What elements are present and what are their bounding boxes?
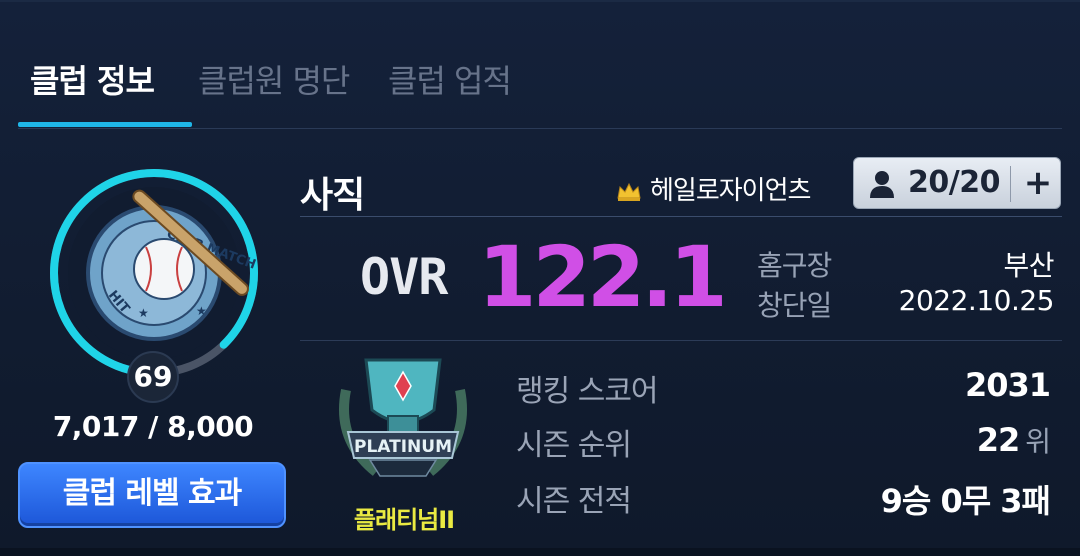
club-owner: 헤일로자이언츠 [616, 170, 811, 207]
crown-icon [617, 182, 641, 201]
bottom-bar [0, 548, 1080, 556]
club-level-effect-button[interactable]: 클럽 레벨 효과 [18, 462, 286, 528]
rank-unit: 위 [1025, 425, 1051, 458]
member-separator [1010, 166, 1011, 202]
tab-club-achievements[interactable]: 클럽 업적 [388, 56, 512, 102]
owner-name: 헤일로자이언츠 [650, 176, 811, 206]
divider [300, 216, 1062, 217]
founded-label: 창단일 [757, 289, 832, 322]
tab-divider [18, 128, 1062, 129]
svg-text:★: ★ [138, 306, 149, 320]
club-name: 사직 [300, 175, 365, 216]
tier-emblem: PLATINUM [336, 350, 470, 490]
ranking-score-value: 2031 [964, 366, 1051, 404]
season-rank-value: 22 위 [976, 421, 1051, 459]
ranking-score-label: 랭킹 스코어 [516, 374, 659, 409]
season-record-value: 9승 0무 3패 [880, 482, 1051, 520]
club-level-badge: 69 [127, 351, 179, 403]
divider [300, 340, 1062, 341]
svg-text:★: ★ [196, 304, 207, 318]
home-stadium-label: 홈구장 [757, 249, 832, 282]
ovr-value: 122.1 [478, 228, 728, 326]
add-member-button[interactable]: + [1014, 158, 1062, 210]
club-exp: 7,017 / 8,000 [52, 410, 254, 443]
founded-value: 2022.10.25 [898, 284, 1055, 317]
tab-bar: 클럽 정보 클럽원 명단 클럽 업적 [18, 44, 1062, 129]
tab-club-info[interactable]: 클럽 정보 [30, 56, 155, 102]
club-emblem: CLUB MATCH HIT ★ ★ [46, 165, 262, 381]
tier-emblem-text: PLATINUM [354, 437, 452, 457]
season-rank-label: 시즌 순위 [516, 428, 632, 463]
member-count-box: 20/20 + [853, 157, 1061, 209]
person-icon [870, 171, 894, 198]
tab-club-members[interactable]: 클럽원 명단 [198, 56, 350, 102]
tier-name: 플래티넘II [353, 506, 455, 534]
active-tab-indicator [18, 122, 192, 127]
ovr-label: OVR [360, 248, 448, 306]
season-record-label: 시즌 전적 [516, 484, 632, 519]
member-count: 20/20 [908, 165, 1000, 200]
home-stadium-value: 부산 [1003, 249, 1054, 282]
